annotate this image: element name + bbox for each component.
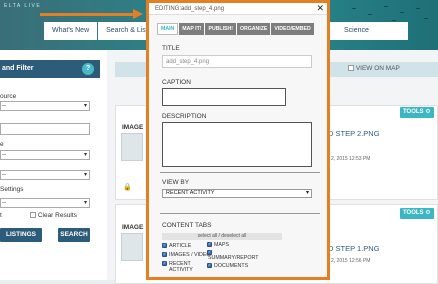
- type-label: e: [0, 141, 4, 148]
- annotation-arrow: [40, 13, 135, 16]
- filter-panel-title: and Filter: [2, 65, 34, 72]
- annotation-arrow-head: [133, 9, 143, 19]
- modal-title: EDITING:add_step_4.png: [155, 6, 225, 12]
- settings-label: Settings: [0, 186, 24, 193]
- lock-icon: 🔒: [123, 184, 132, 191]
- card-date: 2, 2015 12:53 PM: [331, 156, 371, 162]
- source-select[interactable]: --: [0, 101, 90, 111]
- card-title[interactable]: D STEP 1.PNG: [328, 244, 380, 253]
- images-video-checkbox[interactable]: [162, 251, 167, 257]
- caption-field[interactable]: [162, 88, 286, 106]
- images-video-label: IMAGES / VIDEO: [169, 252, 211, 258]
- view-by-label: VIEW BY: [162, 179, 190, 186]
- article-checkbox[interactable]: [162, 242, 167, 248]
- modal-tabs: MAIN MAP IT! PUBLISH! ORGANIZE VIDEO/EMB…: [157, 23, 315, 35]
- clear-results-label: Clear Results: [37, 212, 77, 219]
- title-field[interactable]: add_step_4.png: [162, 55, 312, 68]
- bird-decoration: [368, 14, 372, 16]
- search-button[interactable]: SEARCH: [58, 228, 90, 242]
- title-label: TITLE: [162, 45, 180, 52]
- clear-results-option[interactable]: Clear Results: [30, 212, 77, 219]
- type-select[interactable]: --: [0, 150, 90, 160]
- bird-decoration: [352, 8, 356, 10]
- content-tabs-label: CONTENT TABS: [162, 222, 212, 229]
- tab-organize[interactable]: ORGANIZE: [236, 23, 271, 35]
- card-type-label: IMAGE: [122, 224, 144, 231]
- documents-checkbox[interactable]: [207, 262, 212, 268]
- gear-icon: ⚙: [425, 109, 431, 115]
- card-thumbnail[interactable]: [121, 233, 143, 261]
- checkbox-label: t: [0, 212, 2, 219]
- filter-select[interactable]: --: [0, 170, 90, 180]
- clear-results-checkbox[interactable]: [30, 212, 36, 219]
- view-on-map-checkbox[interactable]: [348, 65, 354, 72]
- help-icon[interactable]: ?: [82, 63, 94, 75]
- brand-logo-text: ELTA LIVE: [4, 3, 42, 9]
- view-on-map-label: VIEW ON MAP: [355, 65, 400, 72]
- tab-publish[interactable]: PUBLISH!: [205, 23, 236, 35]
- tab-video-embed[interactable]: VIDEO/EMBED: [271, 23, 314, 35]
- search-filter-panel: and Filter ? ource -- e -- -- Settings -…: [0, 50, 107, 280]
- gear-icon: ⚙: [425, 210, 431, 216]
- nav-tab-whats-new[interactable]: What's New: [44, 22, 98, 40]
- tools-button[interactable]: TOOLS ⚙: [400, 208, 434, 219]
- filter-panel-header: and Filter ?: [0, 60, 100, 78]
- listings-button[interactable]: LISTINGS: [0, 228, 42, 242]
- bird-decoration: [416, 8, 420, 10]
- source-label: ource: [0, 93, 17, 100]
- view-by-select[interactable]: RECENT ACTIVITY ▾: [162, 189, 312, 198]
- card-type-label: IMAGE: [122, 124, 144, 131]
- bird-decoration: [424, 18, 428, 20]
- tools-label: TOOLS: [403, 109, 424, 115]
- recent-activity-label: RECENT ACTIVITY: [169, 261, 193, 273]
- description-field[interactable]: [162, 122, 312, 167]
- maps-label: MAPS: [214, 242, 230, 248]
- tools-button[interactable]: TOOLS ⚙: [400, 107, 434, 118]
- chevron-down-icon: ▾: [305, 190, 309, 196]
- divider: [160, 172, 320, 173]
- divider: [160, 213, 320, 214]
- documents-label: DOCUMENTS: [214, 263, 249, 269]
- close-icon[interactable]: ✕: [316, 4, 324, 13]
- card-title[interactable]: D STEP 2.PNG: [328, 129, 380, 138]
- card-thumbnail[interactable]: [121, 133, 143, 161]
- modal-title-bar: EDITING:add_step_4.png ✕: [149, 3, 327, 15]
- settings-select[interactable]: --: [0, 198, 90, 208]
- card-date: 2, 2015 12:56 PM: [331, 258, 371, 264]
- tab-map-it[interactable]: MAP IT!: [179, 23, 205, 35]
- article-label: ARTICLE: [169, 243, 192, 249]
- select-all-toggle[interactable]: select all / deselect all: [162, 233, 282, 240]
- edit-modal: EDITING:add_step_4.png ✕ MAIN MAP IT! PU…: [146, 0, 330, 280]
- maps-checkbox[interactable]: [207, 241, 212, 247]
- tab-main[interactable]: MAIN: [157, 23, 179, 35]
- keyword-input[interactable]: [0, 123, 90, 135]
- bird-decoration: [384, 6, 388, 8]
- description-label: DESCRIPTION: [162, 113, 207, 120]
- caption-label: CAPTION: [162, 79, 191, 86]
- tools-label: TOOLS: [403, 210, 424, 216]
- bird-decoration: [400, 12, 404, 14]
- summary-report-label: SUMMARY/REPORT: [208, 255, 259, 261]
- view-by-value: RECENT ACTIVITY: [166, 190, 215, 196]
- view-on-map-option[interactable]: VIEW ON MAP: [348, 65, 400, 72]
- recent-activity-checkbox[interactable]: [162, 260, 167, 266]
